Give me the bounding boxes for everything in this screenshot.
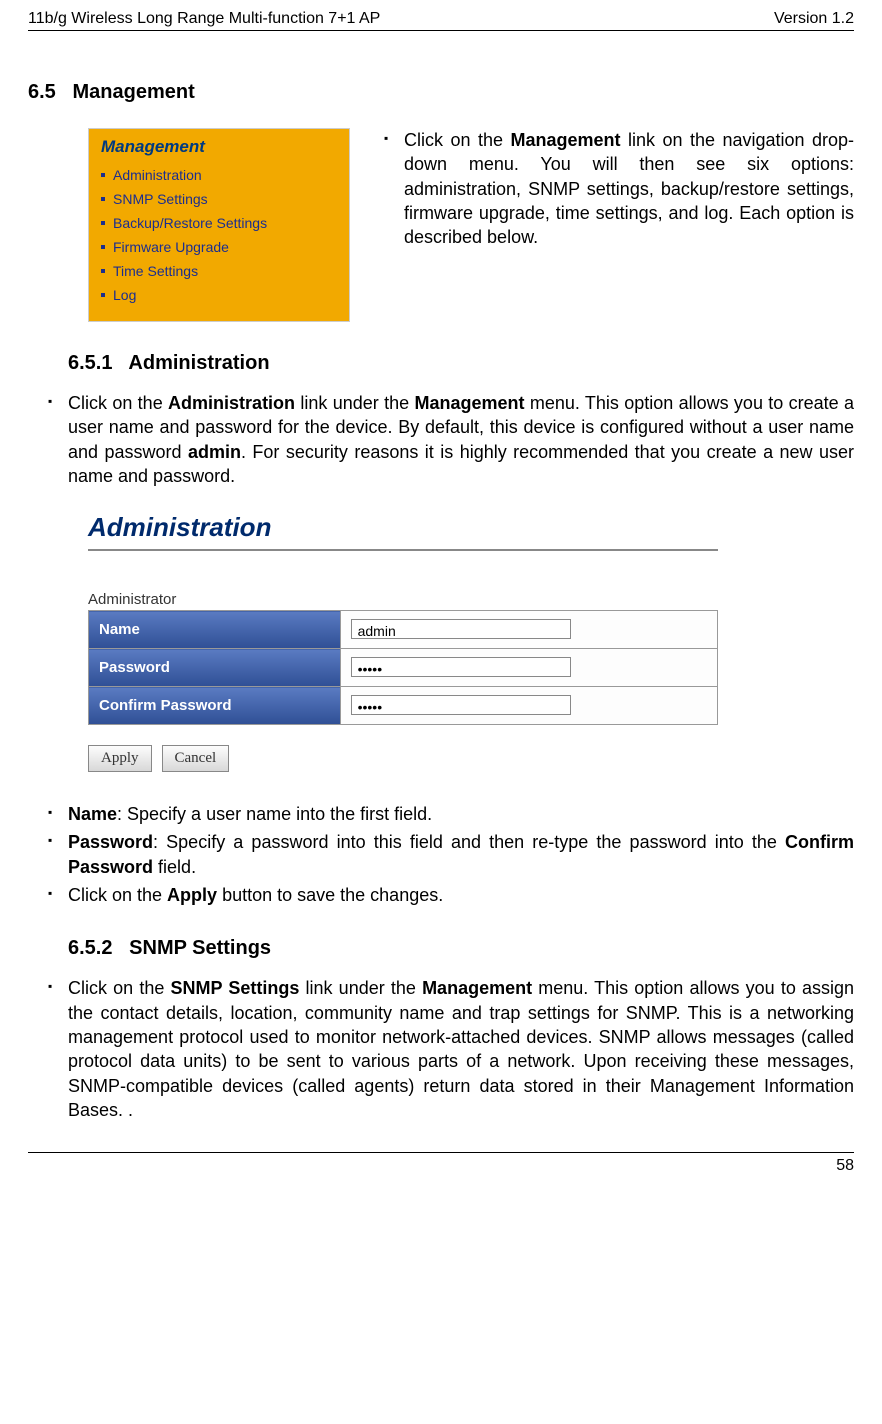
bullet-icon (48, 830, 68, 879)
apply-desc: Click on the Apply button to save the ch… (68, 883, 854, 907)
password-field-desc: Password: Specify a password into this f… (68, 830, 854, 879)
subsection-admin-heading: 6.5.1 Administration (68, 352, 854, 375)
bullet-icon (101, 173, 105, 177)
bullet-icon (101, 197, 105, 201)
page-number: 58 (28, 1157, 854, 1175)
admin-description: Click on the Administration link under t… (68, 391, 854, 488)
header-right: Version 1.2 (774, 10, 854, 28)
name-input[interactable]: admin (351, 619, 571, 639)
nav-item-firmware[interactable]: Firmware Upgrade (101, 235, 339, 259)
nav-item-snmp[interactable]: SNMP Settings (101, 187, 339, 211)
bullet-icon (48, 391, 68, 488)
confirm-password-label: Confirm Password (89, 687, 341, 725)
password-input[interactable]: ••••• (351, 657, 571, 677)
bullet-icon (101, 245, 105, 249)
management-intro-text: Click on the Management link on the navi… (404, 128, 854, 249)
header-rule (28, 30, 854, 31)
bullet-icon (48, 802, 68, 826)
bullet-icon (101, 221, 105, 225)
nav-item-administration[interactable]: Administration (101, 163, 339, 187)
admin-form-table: Name admin Password ••••• Confirm Passwo… (88, 610, 718, 725)
nav-item-time[interactable]: Time Settings (101, 259, 339, 283)
confirm-password-input[interactable]: ••••• (351, 695, 571, 715)
password-label: Password (89, 649, 341, 687)
cancel-button[interactable]: Cancel (162, 745, 230, 772)
subsection-snmp-heading: 6.5.2 SNMP Settings (68, 937, 854, 960)
bullet-icon (101, 269, 105, 273)
header-left: 11b/g Wireless Long Range Multi-function… (28, 10, 380, 28)
nav-title: Management (101, 137, 339, 157)
table-row: Name admin (89, 611, 718, 649)
name-field-desc: Name: Specify a user name into the first… (68, 802, 854, 826)
footer-rule (28, 1152, 854, 1153)
management-nav-box: Management Administration SNMP Settings … (88, 128, 350, 322)
section-heading: 6.5 Management (28, 81, 854, 104)
bullet-icon (48, 976, 68, 1122)
name-label: Name (89, 611, 341, 649)
administrator-group-label: Administrator (88, 591, 718, 608)
apply-button[interactable]: Apply (88, 745, 152, 772)
nav-item-log[interactable]: Log (101, 283, 339, 307)
snmp-description: Click on the SNMP Settings link under th… (68, 976, 854, 1122)
table-row: Confirm Password ••••• (89, 687, 718, 725)
bullet-icon (101, 293, 105, 297)
table-row: Password ••••• (89, 649, 718, 687)
bullet-icon (48, 883, 68, 907)
page-header: 11b/g Wireless Long Range Multi-function… (28, 10, 854, 30)
bullet-icon (384, 128, 404, 249)
admin-panel-title: Administration (88, 506, 718, 551)
nav-item-backup[interactable]: Backup/Restore Settings (101, 211, 339, 235)
administration-panel: Administration Administrator Name admin … (88, 506, 718, 772)
